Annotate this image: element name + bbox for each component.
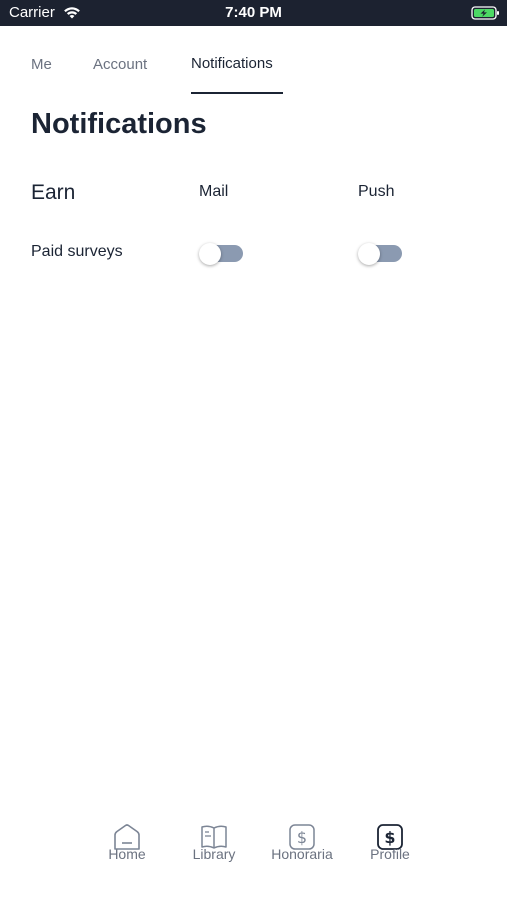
- paid-surveys-push-toggle[interactable]: [358, 243, 402, 265]
- active-tab-indicator: [191, 92, 283, 94]
- paid-surveys-mail-toggle[interactable]: [199, 243, 243, 265]
- bottom-navigation: Home Library $ Honoraria $ Profile: [0, 810, 507, 880]
- tab-notifications[interactable]: Notifications: [191, 55, 273, 72]
- column-header-mail: Mail: [199, 183, 229, 200]
- battery-charging-icon: [471, 6, 499, 20]
- section-heading-earn: Earn: [31, 181, 76, 204]
- nav-profile[interactable]: $ Profile: [350, 810, 430, 870]
- status-bar: Carrier 7:40 PM: [0, 0, 507, 26]
- nav-label-honoraria: Honoraria: [271, 846, 333, 862]
- tab-bar: Me Account Notifications: [0, 26, 507, 96]
- svg-text:$: $: [297, 828, 307, 847]
- nav-label-home: Home: [108, 846, 146, 862]
- toggle-knob: [358, 243, 380, 265]
- nav-honoraria[interactable]: $ Honoraria: [262, 810, 342, 870]
- row-label-paid-surveys: Paid surveys: [31, 243, 123, 260]
- toggle-knob: [199, 243, 221, 265]
- tab-account[interactable]: Account: [93, 56, 147, 73]
- nav-library[interactable]: Library: [174, 810, 254, 870]
- nav-label-library: Library: [192, 846, 236, 862]
- column-header-push: Push: [358, 183, 395, 200]
- tab-me[interactable]: Me: [31, 56, 52, 73]
- nav-label-profile: Profile: [370, 846, 410, 862]
- nav-home[interactable]: Home: [87, 810, 167, 870]
- svg-text:$: $: [384, 828, 395, 847]
- status-time: 7:40 PM: [225, 4, 282, 21]
- page-title: Notifications: [31, 108, 207, 140]
